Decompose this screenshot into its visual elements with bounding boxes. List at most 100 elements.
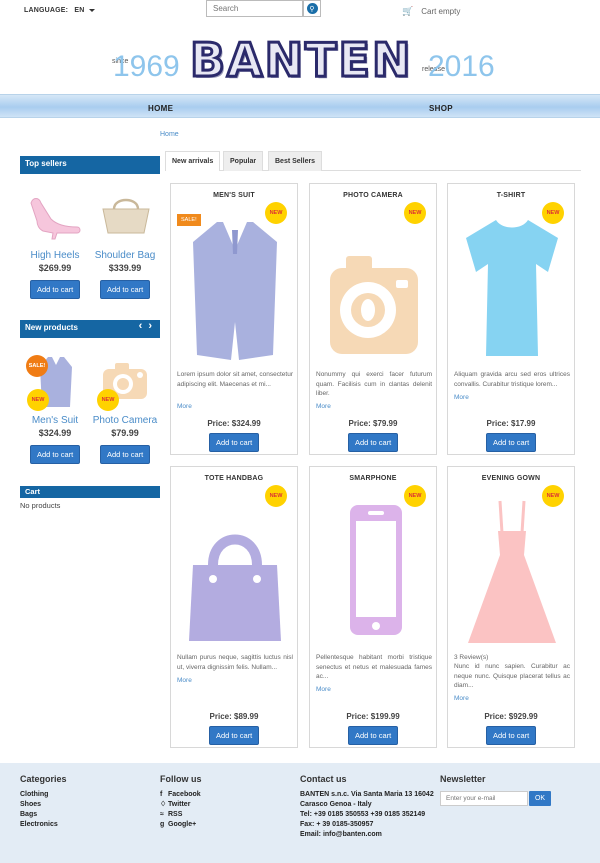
product-price: Price: $79.99 <box>348 419 398 428</box>
breadcrumb[interactable]: Home <box>160 131 179 138</box>
product-title[interactable]: TOTE HANDBAG <box>171 475 297 482</box>
nav-shop[interactable]: SHOP <box>429 104 453 113</box>
add-to-cart-button[interactable]: Add to cart <box>100 280 151 299</box>
more-link[interactable]: More <box>177 677 192 684</box>
footer-link[interactable]: Electronics <box>20 820 67 830</box>
sidebar-product: High Heels $269.99 <box>20 250 90 273</box>
facebook-icon: f <box>160 791 163 798</box>
tab-best-sellers[interactable]: Best Sellers <box>268 151 323 171</box>
contact-email[interactable]: Email: info@banten.com <box>300 830 434 840</box>
new-products-title: New products <box>25 323 78 332</box>
product-title[interactable]: PHOTO CAMERA <box>310 192 436 199</box>
facebook-link[interactable]: f Facebook <box>160 790 202 800</box>
more-link[interactable]: More <box>454 394 469 401</box>
add-to-cart-button[interactable]: Add to cart <box>348 433 399 452</box>
product-title[interactable]: SMARPHONE <box>310 475 436 482</box>
product-description: Nonummy qui exerci facer futurum quam. F… <box>316 371 432 397</box>
shoulder-bag-image[interactable] <box>100 195 152 237</box>
tote-handbag-image[interactable] <box>185 493 285 643</box>
rss-icon: ≈ <box>160 811 164 818</box>
footer-link[interactable]: Bags <box>20 810 67 820</box>
product-price: $339.99 <box>108 263 142 273</box>
newsletter-email-input[interactable] <box>440 791 528 806</box>
evening-gown-image[interactable] <box>462 493 562 643</box>
product-card[interactable]: PHOTO CAMERA NEW Nonummy qui exerci face… <box>309 183 437 455</box>
t-shirt-image[interactable] <box>462 210 562 360</box>
add-to-cart-button[interactable]: Add to cart <box>100 445 151 464</box>
top-sellers-title: Top sellers <box>25 159 67 168</box>
product-name[interactable]: Photo Camera <box>90 415 160 426</box>
language-selector[interactable]: LANGUAGE: EN <box>24 7 95 14</box>
product-description: Nunc id nunc sapien. Curabitur ac neque … <box>454 663 570 689</box>
cart-title: Cart <box>25 487 41 496</box>
add-to-cart-button[interactable]: Add to cart <box>30 445 81 464</box>
product-title[interactable]: MEN'S SUIT <box>171 192 297 199</box>
product-price: $269.99 <box>38 263 72 273</box>
photo-camera-image[interactable] <box>324 210 424 360</box>
sale-badge: SALE! <box>26 355 48 377</box>
newsletter-submit-button[interactable]: OK <box>529 791 551 806</box>
product-name[interactable]: Men's Suit <box>20 415 90 426</box>
caret-down-icon <box>88 8 95 12</box>
add-to-cart-button[interactable]: Add to cart <box>486 726 537 745</box>
cart-icon: 🛒 <box>402 6 414 16</box>
chevron-right-icon[interactable]: › <box>148 320 158 332</box>
footer-link[interactable]: Shoes <box>20 800 67 810</box>
tab-new-arrivals[interactable]: New arrivals <box>165 151 221 171</box>
sidebar-product: Men's Suit $324.99 <box>20 415 90 438</box>
footer-newsletter: Newsletter <box>440 774 486 790</box>
rss-link[interactable]: ≈ RSS <box>160 810 202 820</box>
product-name[interactable]: Shoulder Bag <box>90 250 160 261</box>
top-sellers-heading: Top sellers <box>20 156 160 174</box>
product-card[interactable]: T-SHIRT NEW Aliquam gravida arcu sed ero… <box>447 183 575 455</box>
add-to-cart-button[interactable]: Add to cart <box>209 433 260 452</box>
top-bar: LANGUAGE: EN ⚲ 🛒 Cart empty <box>0 0 600 22</box>
rss-label: RSS <box>168 811 183 818</box>
add-to-cart-button[interactable]: Add to cart <box>30 280 81 299</box>
cart-heading: Cart <box>20 486 160 498</box>
footer-link[interactable]: Clothing <box>20 790 67 800</box>
footer-categories: Categories Clothing Shoes Bags Electroni… <box>20 774 67 830</box>
chevron-left-icon[interactable]: ‹ <box>139 320 149 332</box>
high-heels-image[interactable] <box>27 193 83 241</box>
search-button[interactable]: ⚲ <box>303 0 321 17</box>
product-card[interactable]: EVENING GOWN NEW 3 Review(s) Nunc id nun… <box>447 466 575 748</box>
new-badge: NEW <box>97 389 119 411</box>
add-to-cart-button[interactable]: Add to cart <box>209 726 260 745</box>
product-description: Aliquam gravida arcu sed eros ultrices c… <box>454 371 570 388</box>
add-to-cart-button[interactable]: Add to cart <box>348 726 399 745</box>
smartphone-image[interactable] <box>324 493 424 643</box>
more-link[interactable]: More <box>177 403 192 410</box>
mens-suit-image[interactable] <box>185 210 285 360</box>
carousel-arrows[interactable]: ‹› <box>139 320 158 332</box>
product-card[interactable]: SMARPHONE NEW Pellentesque habitant morb… <box>309 466 437 748</box>
nav-home[interactable]: HOME <box>148 104 173 113</box>
facebook-label: Facebook <box>168 791 201 798</box>
product-title[interactable]: EVENING GOWN <box>448 475 574 482</box>
product-price: Price: $199.99 <box>346 712 400 721</box>
product-name[interactable]: High Heels <box>20 250 90 261</box>
cart-status: Cart empty <box>421 7 461 16</box>
cart-summary[interactable]: 🛒 Cart empty <box>402 6 460 17</box>
product-description: Lorem ipsum dolor sit amet, consectetur … <box>177 371 293 388</box>
more-link[interactable]: More <box>316 686 331 693</box>
twitter-icon: ♢ <box>160 801 167 808</box>
product-card[interactable]: MEN'S SUIT NEW SALE! Lorem ipsum dolor s… <box>170 183 298 455</box>
cart-empty-text: No products <box>20 501 61 510</box>
language-value: EN <box>74 7 85 14</box>
add-to-cart-button[interactable]: Add to cart <box>486 433 537 452</box>
tab-popular[interactable]: Popular <box>223 151 264 171</box>
sidebar-product: Photo Camera $79.99 <box>90 415 160 438</box>
more-link[interactable]: More <box>316 403 331 410</box>
product-description: Nullam purus neque, sagittis luctus nisl… <box>177 654 293 671</box>
product-card[interactable]: TOTE HANDBAG NEW Nullam purus neque, sag… <box>170 466 298 748</box>
more-link[interactable]: More <box>454 695 469 702</box>
google-plus-link[interactable]: g Google+ <box>160 820 202 830</box>
product-price: Price: $324.99 <box>207 419 261 428</box>
twitter-label: Twitter <box>168 801 191 808</box>
twitter-link[interactable]: ♢ Twitter <box>160 800 202 810</box>
logo[interactable]: BANTEN <box>189 32 412 89</box>
product-title[interactable]: T-SHIRT <box>448 192 574 199</box>
product-price: $324.99 <box>38 428 72 438</box>
search-input[interactable] <box>206 0 303 17</box>
